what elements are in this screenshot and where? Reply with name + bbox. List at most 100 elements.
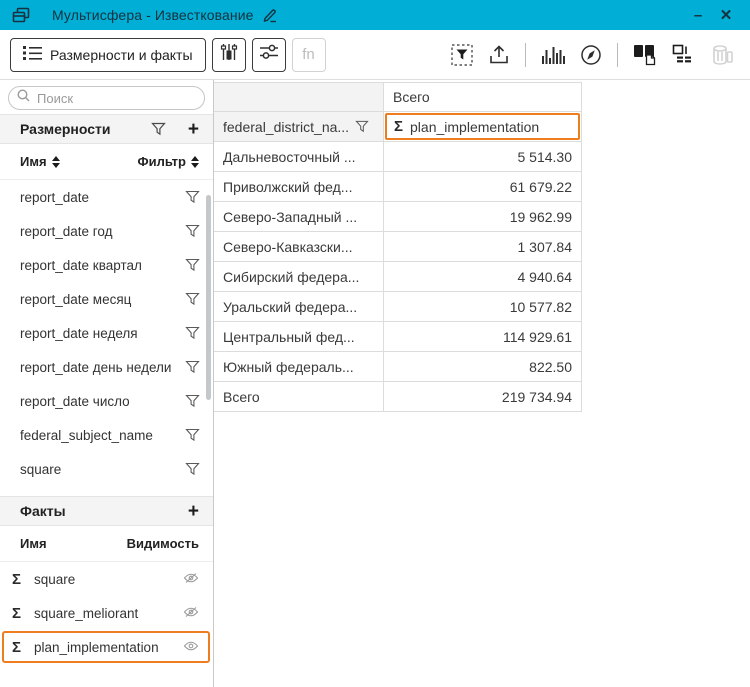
value-cell[interactable]: 219 734.94: [384, 382, 582, 412]
visibility-column-header: Видимость: [127, 536, 199, 551]
value-cell[interactable]: 1 307.84: [384, 232, 582, 262]
sort-filter-icon[interactable]: [191, 156, 199, 168]
filter-icon[interactable]: [185, 292, 200, 306]
dimension-item[interactable]: report_date квартал: [0, 248, 213, 282]
filter-icon[interactable]: [185, 258, 200, 272]
row-label-cell[interactable]: Дальневосточный ...: [214, 142, 384, 172]
dimension-item[interactable]: report_date число: [0, 384, 213, 418]
layout-structure-icon[interactable]: [672, 44, 695, 66]
toolbar-divider: [525, 43, 526, 67]
dimensions-title: Размерности: [20, 121, 111, 137]
dimension-item[interactable]: report_date месяц: [0, 282, 213, 316]
bar-chart-icon[interactable]: [541, 45, 565, 65]
row-label-cell[interactable]: Уральский федера...: [214, 292, 384, 322]
vertical-sliders-button[interactable]: [212, 38, 246, 72]
eye-slash-icon[interactable]: [183, 606, 199, 621]
row-label-cell[interactable]: Южный федераль...: [214, 352, 384, 382]
dimension-item[interactable]: square: [0, 452, 213, 486]
value-cell[interactable]: 10 577.82: [384, 292, 582, 322]
search-box[interactable]: [8, 86, 205, 110]
horizontal-sliders-button[interactable]: [252, 38, 286, 72]
export-icon[interactable]: [488, 44, 510, 66]
row-label-cell[interactable]: Сибирский федера...: [214, 262, 384, 292]
sort-name-icon[interactable]: [52, 156, 60, 168]
dimensions-facts-button[interactable]: Размерности и факты: [10, 38, 206, 72]
value-cell[interactable]: 5 514.30: [384, 142, 582, 172]
dimension-item[interactable]: report_date день недели: [0, 350, 213, 384]
name-column-header[interactable]: Имя: [20, 154, 47, 169]
value-cell[interactable]: 114 929.61: [384, 322, 582, 352]
fact-item[interactable]: Σ square_meliorant: [0, 596, 213, 630]
list-icon: [23, 45, 42, 64]
value-cell[interactable]: 822.50: [384, 352, 582, 382]
value-cell[interactable]: 19 962.99: [384, 202, 582, 232]
dimension-item[interactable]: federal_subject_name: [0, 418, 213, 452]
table-row-total: Всего 219 734.94: [214, 382, 750, 412]
dimensions-column-headers: Имя Фильтр: [0, 144, 213, 180]
table-row: Приволжский фед... 61 679.22: [214, 172, 750, 202]
eye-icon[interactable]: [183, 640, 199, 655]
dimension-item[interactable]: report_date: [0, 180, 213, 214]
pivot-measure-header[interactable]: Σ plan_implementation: [384, 112, 582, 142]
dimension-item[interactable]: report_date год: [0, 214, 213, 248]
pivot-total-column-header[interactable]: Всего: [384, 82, 582, 112]
filter-icon[interactable]: [355, 120, 369, 133]
fact-item[interactable]: Σ square: [0, 562, 213, 596]
filter-icon[interactable]: [185, 394, 200, 408]
sidebar-scrollbar[interactable]: [206, 195, 211, 400]
filter-icon[interactable]: [185, 224, 200, 238]
compass-icon[interactable]: [580, 44, 602, 66]
copy-pages-icon[interactable]: [633, 44, 657, 66]
pivot-row-dimension-header[interactable]: federal_district_na...: [214, 112, 384, 142]
app-window: Мультисфера - Известкование – ✕ Размерно…: [0, 0, 750, 687]
sigma-icon: Σ: [394, 118, 403, 135]
table-row: Южный федераль... 822.50: [214, 352, 750, 382]
fn-button: fn: [292, 38, 326, 72]
toolbar: Размерности и факты: [0, 30, 750, 80]
vertical-sliders-icon: [220, 43, 238, 66]
name-column-header: Имя: [20, 536, 47, 551]
app-icon: [12, 7, 30, 23]
filter-icon[interactable]: [185, 190, 200, 204]
add-fact-button[interactable]: +: [188, 502, 199, 521]
dimension-item[interactable]: report_date неделя: [0, 316, 213, 350]
add-dimension-button[interactable]: +: [188, 120, 199, 139]
value-cell[interactable]: 4 940.64: [384, 262, 582, 292]
search-input[interactable]: [37, 91, 213, 106]
window-title: Мультисфера - Известкование: [52, 7, 254, 23]
row-label-cell[interactable]: Приволжский фед...: [214, 172, 384, 202]
table-row: Северо-Кавказски... 1 307.84: [214, 232, 750, 262]
sigma-icon: Σ: [12, 605, 34, 622]
dimensions-filter-icon[interactable]: [151, 122, 166, 136]
minimize-button[interactable]: –: [684, 3, 712, 27]
eye-slash-icon[interactable]: [183, 572, 199, 587]
filter-icon[interactable]: [185, 326, 200, 340]
filter-column-header[interactable]: Фильтр: [137, 154, 186, 169]
fact-item-highlighted[interactable]: Σ plan_implementation: [0, 630, 213, 664]
pivot-table: Всего federal_district_na... Σ plan_impl…: [214, 82, 750, 412]
edit-title-icon[interactable]: [262, 8, 278, 23]
row-label-cell[interactable]: Центральный фед...: [214, 322, 384, 352]
close-button[interactable]: ✕: [712, 3, 740, 27]
pivot-area: Всего federal_district_na... Σ plan_impl…: [214, 80, 750, 687]
dimensions-facts-label: Размерности и факты: [50, 47, 193, 63]
row-label-cell[interactable]: Северо-Западный ...: [214, 202, 384, 232]
filter-icon[interactable]: [185, 462, 200, 476]
facts-title: Факты: [20, 503, 66, 519]
measure-highlight-border: Σ plan_implementation: [385, 113, 580, 140]
table-row: Сибирский федера... 4 940.64: [214, 262, 750, 292]
table-row: Северо-Западный ... 19 962.99: [214, 202, 750, 232]
filter-icon[interactable]: [185, 428, 200, 442]
facts-section-header: Факты +: [0, 496, 213, 526]
row-label-cell[interactable]: Всего: [214, 382, 384, 412]
selection-filter-icon[interactable]: [451, 44, 473, 66]
value-cell[interactable]: 61 679.22: [384, 172, 582, 202]
table-row: Дальневосточный ... 5 514.30: [214, 142, 750, 172]
search-icon: [17, 89, 30, 107]
pivot-corner-cell: [214, 82, 384, 112]
sigma-icon: Σ: [12, 639, 34, 656]
sigma-icon: Σ: [12, 571, 34, 588]
filter-icon[interactable]: [185, 360, 200, 374]
table-row: Центральный фед... 114 929.61: [214, 322, 750, 352]
row-label-cell[interactable]: Северо-Кавказски...: [214, 232, 384, 262]
